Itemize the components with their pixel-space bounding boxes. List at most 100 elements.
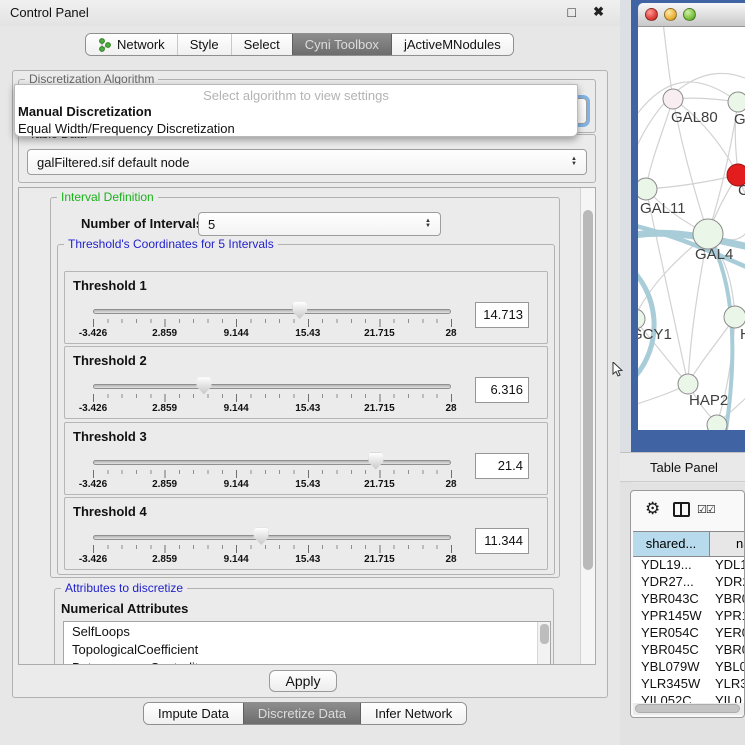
table-toolbar: ⚙ ☑☑ <box>631 491 744 531</box>
threshold-slider[interactable]: -3.426 2.859 9.144 15.43 21.715 28 <box>93 302 451 340</box>
node-h[interactable] <box>724 306 745 328</box>
slider-track[interactable] <box>93 384 451 389</box>
gear-icon[interactable]: ⚙ <box>645 499 660 519</box>
table-row[interactable]: YIL052C YIL0 <box>633 693 745 703</box>
settings-scrollbar-thumb[interactable] <box>583 210 593 570</box>
node-gal4[interactable] <box>693 219 723 249</box>
tab-network[interactable]: Network <box>86 34 177 55</box>
minimize-traffic-light-icon[interactable] <box>664 8 677 21</box>
node-table: ⚙ ☑☑ shared... na YDL19... YDL1 YDR27...… <box>630 490 745 718</box>
numerical-attributes-list[interactable]: SelfLoops TopologicalCoefficient Between… <box>63 621 551 665</box>
attributes-scrollbar[interactable] <box>537 622 550 665</box>
svg-text:GAL80: GAL80 <box>671 109 718 126</box>
threshold-value-field[interactable]: 21.4 <box>475 453 529 479</box>
zoom-traffic-light-icon[interactable] <box>683 8 696 21</box>
top-tab-bar: Network Style Select Cyni Toolbox jActiv… <box>85 33 514 56</box>
scale-label: -3.426 <box>79 554 107 565</box>
tab-cyni-toolbox[interactable]: Cyni Toolbox <box>292 34 391 55</box>
svg-text:GAL11: GAL11 <box>640 200 686 217</box>
popup-option-manual-discretization[interactable]: Manual Discretization <box>15 103 577 120</box>
thresholds-group-title: Threshold's Coordinates for 5 Intervals <box>64 237 278 251</box>
number-of-intervals-label: Number of Intervals <box>81 216 203 231</box>
column-header-shared-name[interactable]: shared... <box>633 532 710 556</box>
tab-jactivemnodules[interactable]: jActiveMNodules <box>391 34 513 55</box>
slider-thumb-icon[interactable] <box>368 453 383 470</box>
settings-scrollpane: Interval Definition Number of Intervals … <box>18 187 596 665</box>
node-gal11[interactable] <box>638 178 657 200</box>
tab-infer-network[interactable]: Infer Network <box>360 703 466 724</box>
close-icon[interactable]: ✖ <box>593 4 604 20</box>
threshold-slider[interactable]: -3.426 2.859 9.144 15.43 21.715 28 <box>93 453 451 491</box>
table-hscrollbar-thumb[interactable] <box>635 704 740 713</box>
scale-label: 15.43 <box>295 403 320 414</box>
numerical-attributes-label: Numerical Attributes <box>61 601 188 616</box>
network-canvas[interactable]: GAL80 GA C GAL11 GAL4 GCY1 H HAP2 <box>638 27 745 430</box>
float-window-icon[interactable]: □ <box>568 4 576 20</box>
slider-thumb-icon[interactable] <box>254 528 269 545</box>
slider-track[interactable] <box>93 535 451 540</box>
settings-vertical-scrollbar[interactable] <box>580 188 595 664</box>
threshold-block: Threshold 1 -3.426 2.859 9.144 15.43 21.… <box>64 271 548 344</box>
attributes-group-title: Attributes to discretize <box>61 581 187 595</box>
interval-definition-group: Interval Definition Number of Intervals … <box>50 197 560 578</box>
threshold-value-field[interactable]: 14.713 <box>475 302 529 328</box>
split-columns-icon[interactable] <box>673 502 690 517</box>
node-ga[interactable] <box>728 92 745 112</box>
tab-select[interactable]: Select <box>231 34 292 55</box>
slider-track[interactable] <box>93 460 451 465</box>
table-row[interactable]: YBL079W YBL0 <box>633 659 745 676</box>
threshold-slider[interactable]: -3.426 2.859 9.144 15.43 21.715 28 <box>93 377 451 415</box>
node-hap2[interactable] <box>678 374 698 394</box>
table-row[interactable]: YBR045C YBR0 <box>633 642 745 659</box>
scale-label: 9.144 <box>224 403 249 414</box>
threshold-label: Threshold 4 <box>73 504 147 519</box>
tab-style[interactable]: Style <box>177 34 231 55</box>
table-row[interactable]: YBR043C YBR0 <box>633 591 745 608</box>
node-partial[interactable] <box>707 415 727 430</box>
tab-discretize-data[interactable]: Discretize Data <box>243 703 360 724</box>
table-row[interactable]: YDR27... YDR2 <box>633 574 745 591</box>
combo-arrows-icon: ▲▼ <box>571 157 577 167</box>
scale-label: 9.144 <box>224 554 249 565</box>
table-panel-titlebar: Table Panel <box>620 452 745 482</box>
table-panel-title: Table Panel <box>650 460 718 475</box>
close-traffic-light-icon[interactable] <box>645 8 658 21</box>
table-row[interactable]: YLR345W YLR3 <box>633 676 745 693</box>
network-window-titlebar <box>638 3 745 27</box>
threshold-value-field[interactable]: 11.344 <box>475 528 529 554</box>
table-data-combobox[interactable]: galFiltered.sif default node ▲▼ <box>27 149 587 175</box>
scale-label: 15.43 <box>295 479 320 490</box>
threshold-slider[interactable]: -3.426 2.859 9.144 15.43 21.715 28 <box>93 528 451 566</box>
popup-option-equal-width[interactable]: Equal Width/Frequency Discretization <box>15 120 577 137</box>
list-item[interactable]: SelfLoops <box>64 622 550 640</box>
svg-text:GCY1: GCY1 <box>638 326 672 343</box>
combo-arrows-icon: ▲▼ <box>425 219 431 229</box>
slider-track[interactable] <box>93 309 451 314</box>
svg-text:H: H <box>740 326 745 343</box>
threshold-value-field[interactable]: 6.316 <box>475 377 529 403</box>
svg-text:C: C <box>738 182 745 199</box>
slider-ticks <box>93 470 452 478</box>
number-of-intervals-combobox[interactable]: 5 ▲▼ <box>198 212 441 236</box>
number-of-intervals-value: 5 <box>208 217 215 232</box>
panel-title: Control Panel <box>10 5 89 20</box>
threshold-block: Threshold 4 -3.426 2.859 9.144 15.43 21.… <box>64 497 548 570</box>
node-gal80[interactable] <box>663 89 683 109</box>
scale-label: -3.426 <box>79 479 107 490</box>
table-horizontal-scrollbar[interactable] <box>633 703 744 715</box>
apply-button[interactable]: Apply <box>269 670 337 692</box>
table-row[interactable]: YDL19... YDL1 <box>633 557 745 574</box>
scale-label: 2.859 <box>152 403 177 414</box>
select-columns-icon[interactable]: ☑☑ <box>697 503 715 516</box>
scale-label: 2.859 <box>152 479 177 490</box>
scale-label: 28 <box>445 328 456 339</box>
slider-thumb-icon[interactable] <box>292 302 307 319</box>
list-item[interactable]: TopologicalCoefficient <box>64 640 550 658</box>
list-item[interactable]: BetweennessCentrality <box>64 658 550 665</box>
table-row[interactable]: YPR145W YPR1 <box>633 608 745 625</box>
tab-impute-data[interactable]: Impute Data <box>144 703 243 724</box>
attributes-scrollbar-thumb[interactable] <box>540 624 549 644</box>
table-row[interactable]: YER054C YER0 <box>633 625 745 642</box>
column-header-name[interactable]: na <box>710 532 745 556</box>
slider-thumb-icon[interactable] <box>196 377 211 394</box>
